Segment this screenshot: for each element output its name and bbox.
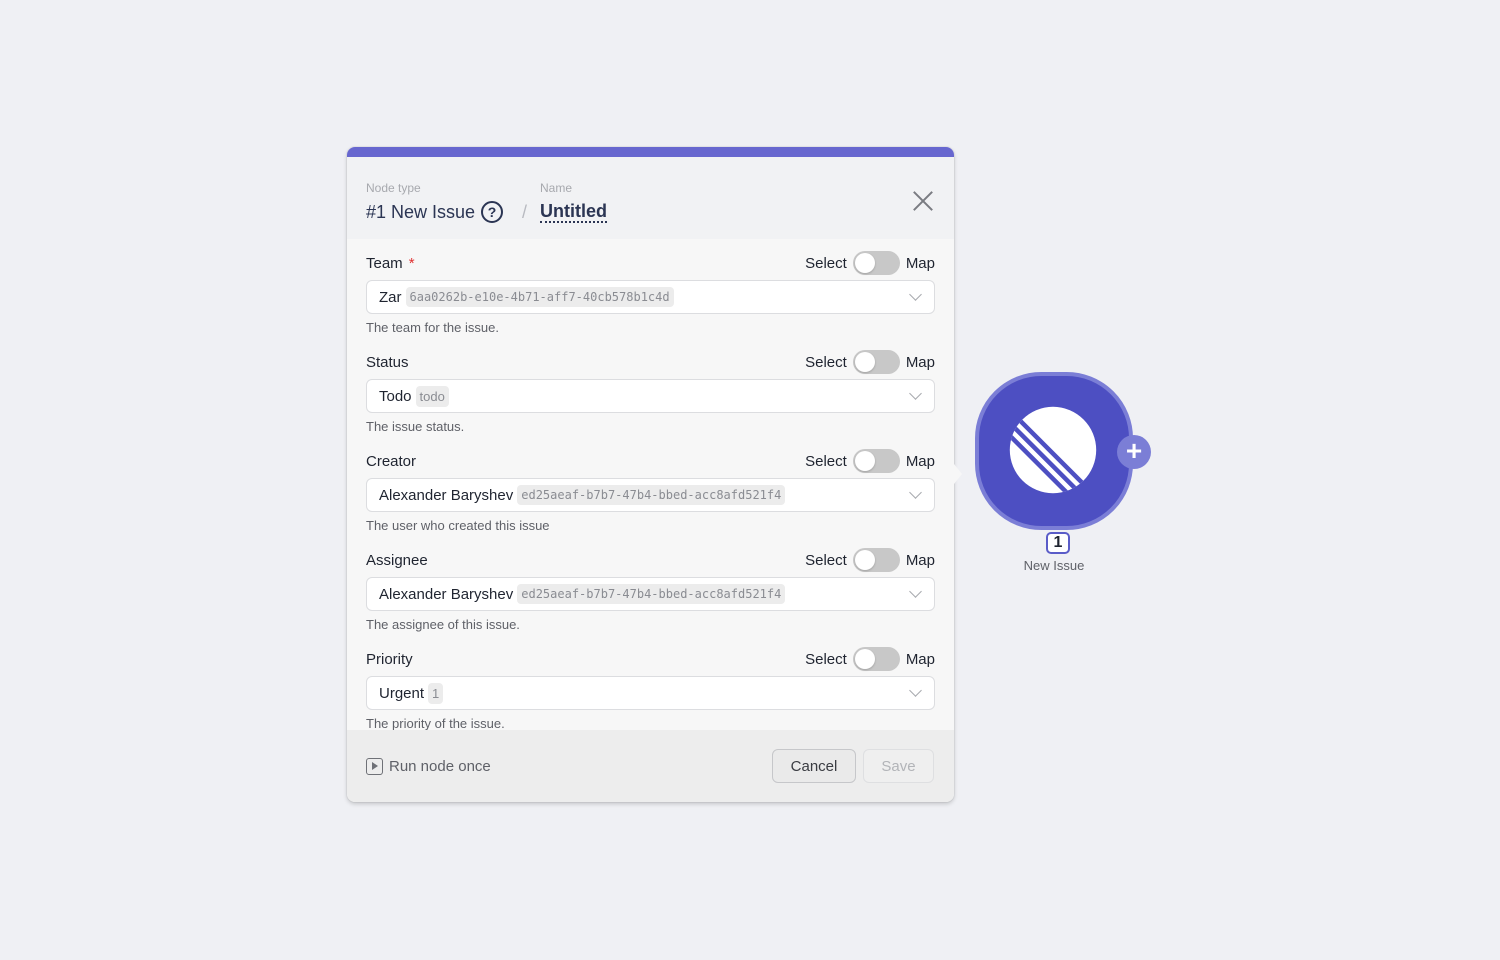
team-label: Team <box>366 254 403 272</box>
selected-value: Zar <box>379 288 402 306</box>
field-status: Status Select Map Todo todo The issue st… <box>366 338 935 437</box>
field-priority: Priority Select Map Urgent 1 The priorit… <box>366 635 935 730</box>
select-map-toggle: Select Map <box>805 350 935 374</box>
field-creator: Creator Select Map Alexander Baryshev ed… <box>366 437 935 536</box>
cancel-button[interactable]: Cancel <box>772 749 856 783</box>
field-hint: The priority of the issue. <box>366 716 505 730</box>
field-label: Team * <box>366 255 415 272</box>
toggle-map-label: Map <box>905 452 935 470</box>
run-node-once-button[interactable]: Run node once <box>366 757 491 775</box>
mode-toggle[interactable] <box>852 350 900 374</box>
workflow-node[interactable] <box>975 372 1133 530</box>
creator-select[interactable]: Alexander Baryshev ed25aeaf-b7b7-47b4-bb… <box>366 478 935 512</box>
toggle-map-label: Map <box>905 353 935 371</box>
field-team: Team * Select Map Zar 6aa0262b-e10e-4b71-… <box>366 239 935 338</box>
toggle-map-label: Map <box>905 650 935 668</box>
field-hint: The issue status. <box>366 419 465 434</box>
priority-label: Priority <box>366 650 413 668</box>
toggle-knob <box>854 253 875 273</box>
toggle-map-label: Map <box>905 551 935 569</box>
selected-id: 1 <box>428 682 444 704</box>
save-button[interactable]: Save <box>863 749 934 783</box>
selected-id: todo <box>415 385 449 407</box>
toggle-map-label: Map <box>905 254 935 272</box>
mode-toggle[interactable] <box>852 449 900 473</box>
node-name[interactable]: Untitled <box>540 201 607 223</box>
field-hint: The user who created this issue <box>366 518 550 533</box>
selected-value: Todo <box>379 387 412 405</box>
panel-footer: Run node once Cancel Save <box>347 730 954 802</box>
chevron-down-icon <box>909 684 922 697</box>
form-body: Team * Select Map Zar 6aa0262b-e10e-4b71-… <box>347 239 954 730</box>
name-label: Name <box>540 181 573 195</box>
node-type-title: #1 New Issue ? <box>366 201 504 223</box>
team-select[interactable]: Zar 6aa0262b-e10e-4b71-aff7-40cb578b1c4d <box>366 280 935 314</box>
required-marker: * <box>408 254 415 272</box>
chevron-down-icon <box>909 486 922 499</box>
node-number-badge: 1 <box>1046 532 1070 554</box>
select-map-toggle: Select Map <box>805 251 935 275</box>
toggle-select-label: Select <box>805 254 847 272</box>
accent-bar <box>347 147 954 157</box>
selected-value: Urgent <box>379 684 425 702</box>
selected-id: 6aa0262b-e10e-4b71-aff7-40cb578b1c4d <box>405 287 674 307</box>
add-node-button[interactable]: + <box>1117 435 1151 469</box>
creator-label: Creator <box>366 452 417 470</box>
selected-value: Alexander Baryshev <box>379 486 514 504</box>
play-icon <box>366 757 383 775</box>
assignee-label: Assignee <box>366 551 428 569</box>
chevron-down-icon <box>909 288 922 301</box>
mode-toggle[interactable] <box>852 251 900 275</box>
help-icon[interactable]: ? <box>481 201 504 223</box>
selected-id: ed25aeaf-b7b7-47b4-bbed-acc8afd521f4 <box>517 584 786 604</box>
linear-logo-icon <box>1009 406 1097 494</box>
toggle-select-label: Select <box>805 452 847 470</box>
node-type-value: #1 New Issue <box>366 201 476 222</box>
status-label: Status <box>366 353 409 371</box>
select-map-toggle: Select Map <box>805 548 935 572</box>
mode-toggle[interactable] <box>852 548 900 572</box>
toggle-knob <box>854 649 875 669</box>
status-select[interactable]: Todo todo <box>366 379 935 413</box>
close-icon[interactable] <box>912 190 934 212</box>
field-assignee: Assignee Select Map Alexander Baryshev e… <box>366 536 935 635</box>
selected-id: ed25aeaf-b7b7-47b4-bbed-acc8afd521f4 <box>517 485 786 505</box>
assignee-select[interactable]: Alexander Baryshev ed25aeaf-b7b7-47b4-bb… <box>366 577 935 611</box>
breadcrumb-separator: / <box>522 202 528 222</box>
field-hint: The assignee of this issue. <box>366 617 520 632</box>
run-once-label: Run node once <box>389 757 491 775</box>
chevron-down-icon <box>909 585 922 598</box>
field-hint: The team for the issue. <box>366 320 499 335</box>
node-settings-panel: Node type Name #1 New Issue ? / Untitled… <box>347 147 954 802</box>
selected-value: Alexander Baryshev <box>379 585 514 603</box>
panel-header: Node type Name #1 New Issue ? / Untitled <box>347 157 954 239</box>
select-map-toggle: Select Map <box>805 449 935 473</box>
toggle-knob <box>854 550 875 570</box>
select-map-toggle: Select Map <box>805 647 935 671</box>
panel-pointer <box>954 464 962 484</box>
toggle-select-label: Select <box>805 551 847 569</box>
priority-select[interactable]: Urgent 1 <box>366 676 935 710</box>
node-type-label: Node type <box>366 181 421 195</box>
toggle-select-label: Select <box>805 353 847 371</box>
node-label: New Issue <box>1023 558 1085 573</box>
toggle-knob <box>854 352 875 372</box>
toggle-select-label: Select <box>805 650 847 668</box>
toggle-knob <box>854 451 875 471</box>
mode-toggle[interactable] <box>852 647 900 671</box>
chevron-down-icon <box>909 387 922 400</box>
